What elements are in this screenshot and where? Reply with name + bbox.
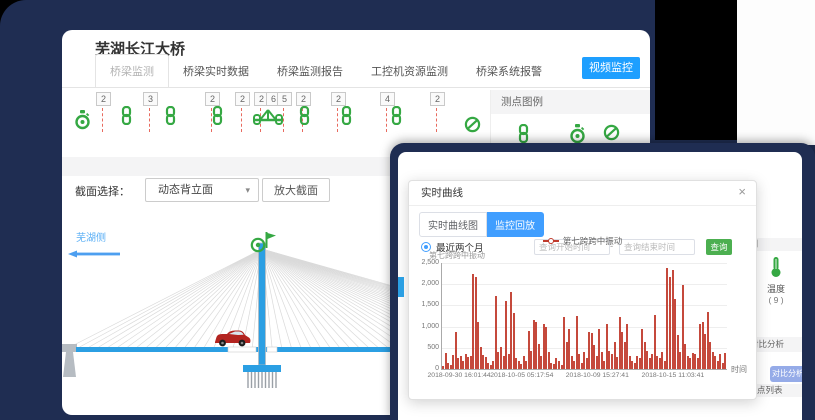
dialog-tab[interactable]: 实时曲线图 <box>419 212 487 237</box>
main-tab[interactable]: 桥梁监测报告 <box>263 55 357 88</box>
sensor-count-badge[interactable]: 3 <box>143 92 158 106</box>
sensor-drop-line <box>436 108 437 132</box>
x-tick-label: 2018-09-30 16:01:44 <box>428 372 491 379</box>
compare-section-header: 对比分析 <box>750 337 802 352</box>
sensor-count-badge[interactable]: 2 <box>235 92 250 106</box>
gridline <box>442 263 727 264</box>
y-tick-label: 1,000 <box>411 323 439 330</box>
stopwatch-icon[interactable] <box>74 110 91 135</box>
enlarge-section-button[interactable]: 放大截面 <box>262 178 330 202</box>
sensor-drop-line <box>241 108 242 132</box>
sensor-drop-line <box>337 108 338 132</box>
flag-icon <box>264 231 277 254</box>
gridline <box>442 284 727 285</box>
y-tick-label: 500 <box>411 344 439 351</box>
popup-window-content: 测点图例 温度 ( 9 ) 对比分析 对比分析 监测点列表 实时曲线 × 实时曲… <box>398 152 802 420</box>
car-icon <box>212 328 252 353</box>
link-icon[interactable] <box>120 106 133 130</box>
y-tick-label: 1,500 <box>411 301 439 308</box>
close-icon[interactable]: × <box>738 185 746 199</box>
legend-label: 第七跨跨中振动 <box>563 235 623 247</box>
main-tab[interactable]: 工控机资源监测 <box>357 55 462 88</box>
background-black-block <box>655 0 737 140</box>
side-legend-header: 测点图例 <box>750 238 802 251</box>
temperature-block[interactable]: 温度 ( 9 ) <box>750 256 802 305</box>
sensor-count-badge[interactable]: 2 <box>296 92 311 106</box>
y-tick-label: 2,500 <box>411 259 439 266</box>
legend-panel-header: 测点图例 <box>491 90 650 114</box>
main-tabs: 桥梁监测桥梁实时数据桥梁监测报告工控机资源监测桥梁系统报警 <box>95 58 556 88</box>
sensor-count-badge[interactable]: 4 <box>380 92 395 106</box>
scrollbar-fragment[interactable] <box>398 277 404 297</box>
gridline <box>442 305 727 306</box>
dialog-tabs: 实时曲线图监控回放 <box>419 212 544 237</box>
tabs-divider <box>62 87 650 88</box>
link-icon[interactable] <box>340 106 353 130</box>
sensor-count-badge[interactable]: 2 <box>96 92 111 106</box>
sensor-count-badge[interactable]: 5 <box>277 92 292 106</box>
sensor-count-badge[interactable]: 2 <box>430 92 445 106</box>
temperature-label: 温度 <box>750 282 802 295</box>
screen: 芜湖长江大桥 桥梁监测桥梁实时数据桥梁监测报告工控机资源监测桥梁系统报警 视频监… <box>0 0 815 420</box>
y-tick-label: 2,000 <box>411 280 439 287</box>
chart-plot-area: 05001,0001,5002,0002,5002018-09-30 16:01… <box>441 263 727 370</box>
chevron-down-icon: ▾ <box>245 179 250 201</box>
section-select-label: 截面选择： <box>75 183 130 199</box>
sensor-count-badge[interactable]: 2 <box>331 92 346 106</box>
main-tab[interactable]: 桥梁系统报警 <box>462 55 556 88</box>
x-tick-label: 2018-10-05 05:17:54 <box>490 372 553 379</box>
compare-analysis-button[interactable]: 对比分析 <box>770 366 802 382</box>
section-select-dropdown[interactable]: 动态背立面 ▾ <box>145 178 259 202</box>
popup-window: 测点图例 温度 ( 9 ) 对比分析 对比分析 监测点列表 实时曲线 × 实时曲… <box>390 143 815 420</box>
link-icon[interactable] <box>164 106 177 130</box>
section-select-value: 动态背立面 <box>158 184 213 196</box>
y-tick-label: 0 <box>411 365 439 372</box>
sensor-drop-line <box>102 108 103 132</box>
chart-legend[interactable]: 第七跨跨中振动 <box>409 235 756 247</box>
main-tab[interactable]: 桥梁监测 <box>95 54 169 88</box>
main-tab[interactable]: 桥梁实时数据 <box>169 55 263 88</box>
video-monitor-button[interactable]: 视频监控 <box>582 57 640 79</box>
thermometer-icon <box>769 270 783 280</box>
x-axis-title: 时间 <box>731 364 747 375</box>
link-icon[interactable] <box>390 106 403 130</box>
ban-icon[interactable] <box>464 116 481 138</box>
sensor-drop-line <box>386 108 387 132</box>
sensor-drop-line <box>149 108 150 132</box>
sensor-count-badge[interactable]: 2 <box>205 92 220 106</box>
dialog-header: 实时曲线 × <box>409 181 756 206</box>
dialog-title: 实时曲线 <box>421 181 463 205</box>
data-spike <box>724 353 726 369</box>
dialog-tab[interactable]: 监控回放 <box>487 212 544 237</box>
x-tick-label: 2018-10-09 15:27:41 <box>566 372 629 379</box>
x-tick-label: 2018-10-15 11:03:41 <box>642 372 705 379</box>
background-white-block <box>737 0 815 145</box>
realtime-curve-dialog: 实时曲线 × 实时曲线图监控回放 最近两个月 - 查询 第七跨跨中振动 第七跨跨… <box>408 180 757 400</box>
link-icon[interactable] <box>298 106 311 130</box>
bridge-icon[interactable] <box>252 106 284 131</box>
legend-line-marker <box>543 240 559 242</box>
link-icon[interactable] <box>211 106 224 130</box>
gridline <box>442 327 727 328</box>
popup-side-panel: 测点图例 温度 ( 9 ) 对比分析 对比分析 监测点列表 <box>750 152 802 420</box>
temperature-count: ( 9 ) <box>750 295 802 305</box>
point-list-header: 监测点列表 <box>750 384 802 397</box>
